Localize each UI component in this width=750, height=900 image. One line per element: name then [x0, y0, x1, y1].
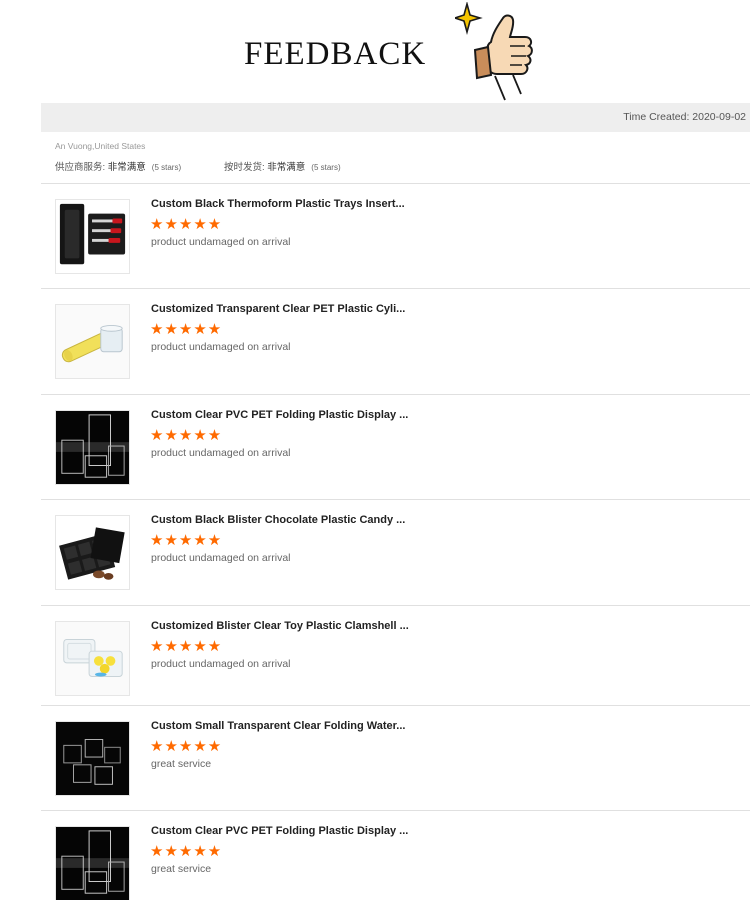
star-rating: ★★★★★: [150, 738, 223, 755]
supplier-ratings: 供应商服务: 非常满意 (5 stars) 按时发货: 非常满意 (5 stars): [55, 159, 455, 173]
feedback-comment: great service: [151, 863, 212, 875]
rating-on-time-delivery: 按时发货: 非常满意 (5 stars): [224, 159, 341, 173]
small-clear-boxes-image: [56, 722, 129, 795]
order-meta-bar: Time Created: 2020-09-02: [41, 103, 750, 132]
product-image[interactable]: [55, 410, 130, 485]
product-title[interactable]: Customized Blister Clear Toy Plastic Cla…: [151, 620, 409, 632]
product-title[interactable]: Customized Transparent Clear PET Plastic…: [151, 303, 405, 315]
star-rating: ★★★★★: [150, 427, 223, 444]
feedback-item: Custom Black Blister Chocolate Plastic C…: [41, 499, 750, 604]
feedback-comment: product undamaged on arrival: [151, 552, 291, 564]
black-candy-tray-image: [56, 516, 129, 589]
product-image[interactable]: [55, 515, 130, 590]
feedback-comment: product undamaged on arrival: [151, 236, 291, 248]
star-rating: ★★★★★: [150, 843, 223, 860]
product-image[interactable]: [55, 304, 130, 379]
clear-boxes-image: [56, 827, 129, 900]
feedback-item: Custom Small Transparent Clear Folding W…: [41, 705, 750, 810]
feedback-header: FEEDBACK: [0, 0, 750, 103]
rating-value: 非常满意: [267, 162, 306, 173]
product-title[interactable]: Custom Small Transparent Clear Folding W…: [151, 720, 405, 732]
feedback-item: Custom Black Thermoform Plastic Trays In…: [41, 183, 750, 288]
feedback-item: Customized Blister Clear Toy Plastic Cla…: [41, 605, 750, 710]
feedback-item: Custom Clear PVC PET Folding Plastic Dis…: [41, 810, 750, 900]
star-rating: ★★★★★: [150, 216, 223, 233]
feedback-comment: great service: [151, 758, 212, 770]
product-title[interactable]: Custom Clear PVC PET Folding Plastic Dis…: [151, 409, 408, 421]
rating-value: 非常满意: [107, 162, 146, 173]
rating-label: 按时发货:: [224, 162, 268, 173]
feedback-comment: product undamaged on arrival: [151, 447, 291, 459]
product-image[interactable]: [55, 721, 130, 796]
feedback-comment: product undamaged on arrival: [151, 341, 291, 353]
rating-label: 供应商服务:: [55, 162, 108, 173]
buyer-name: An Vuong,United States: [55, 141, 146, 151]
product-image[interactable]: [55, 826, 130, 900]
product-title[interactable]: Custom Black Blister Chocolate Plastic C…: [151, 514, 405, 526]
time-created: Time Created: 2020-09-02: [623, 111, 746, 123]
rating-stars: (5 stars): [311, 163, 341, 172]
product-title[interactable]: Custom Clear PVC PET Folding Plastic Dis…: [151, 825, 408, 837]
star-rating: ★★★★★: [150, 638, 223, 655]
rating-stars: (5 stars): [151, 163, 182, 172]
product-image[interactable]: [55, 621, 130, 696]
black-tray-image: [56, 200, 129, 273]
clear-cylinder-image: [56, 305, 129, 378]
page-title: FEEDBACK: [244, 36, 427, 72]
star-rating: ★★★★★: [150, 321, 223, 338]
feedback-comment: product undamaged on arrival: [151, 658, 291, 670]
feedback-item: Custom Clear PVC PET Folding Plastic Dis…: [41, 394, 750, 499]
feedback-item: Customized Transparent Clear PET Plastic…: [41, 288, 750, 393]
product-image[interactable]: [55, 199, 130, 274]
clear-boxes-image: [56, 411, 129, 484]
product-title[interactable]: Custom Black Thermoform Plastic Trays In…: [151, 198, 405, 210]
clear-clamshell-image: [56, 622, 129, 695]
star-rating: ★★★★★: [150, 532, 223, 549]
rating-supplier-service: 供应商服务: 非常满意 (5 stars): [55, 159, 181, 173]
thumbs-up-sparkle-icon: [455, 2, 533, 101]
